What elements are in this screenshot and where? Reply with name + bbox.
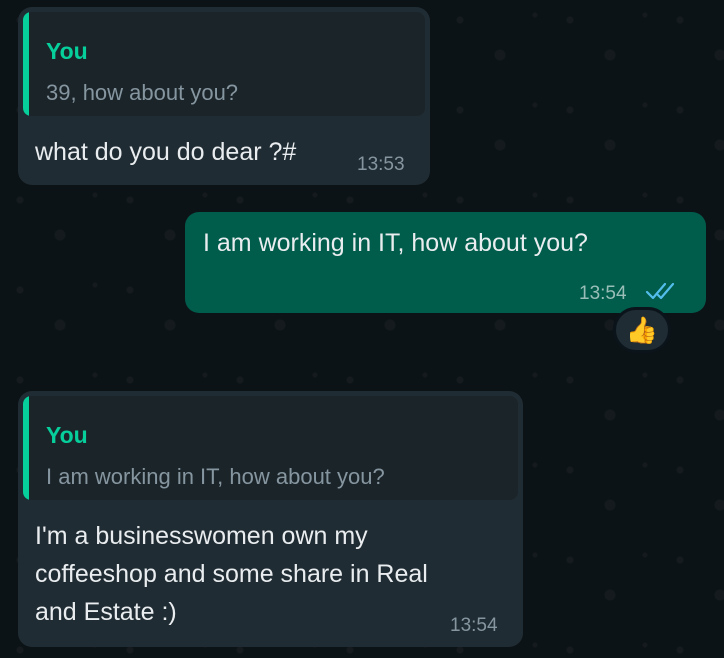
quote-text: 39, how about you? (46, 80, 239, 105)
message-timestamp: 13:53 (357, 154, 405, 175)
thumbs-up-icon[interactable]: 👍 (613, 307, 671, 353)
message-text-line: and Estate :) (35, 598, 177, 626)
message-bubble-incoming[interactable]: You I am working in IT, how about you? I… (18, 391, 523, 647)
quote-text: I am working in IT, how about you? (46, 464, 385, 489)
message-text: I am working in IT, how about you? (203, 229, 588, 257)
quote-author: You (46, 38, 88, 64)
quote-accent-bar (23, 396, 29, 500)
reaction-emoji: 👍 (625, 314, 659, 345)
message-text: what do you do dear ?# (35, 138, 297, 166)
message-bubble-outgoing[interactable]: I am working in IT, how about you? 13:54 (185, 212, 706, 313)
message-timestamp: 13:54 (579, 283, 627, 304)
quote-author: You (46, 422, 88, 448)
quote-accent-bar (23, 12, 29, 116)
quoted-message[interactable]: You 39, how about you? (23, 12, 425, 116)
double-check-icon (645, 282, 675, 300)
message-text-line: I'm a businesswomen own my (35, 522, 368, 550)
message-text-line: coffeeshop and some share in Real (35, 560, 428, 588)
message-bubble-incoming[interactable]: You 39, how about you? what do you do de… (18, 7, 430, 185)
quoted-message[interactable]: You I am working in IT, how about you? (23, 396, 518, 500)
message-timestamp: 13:54 (450, 615, 498, 636)
